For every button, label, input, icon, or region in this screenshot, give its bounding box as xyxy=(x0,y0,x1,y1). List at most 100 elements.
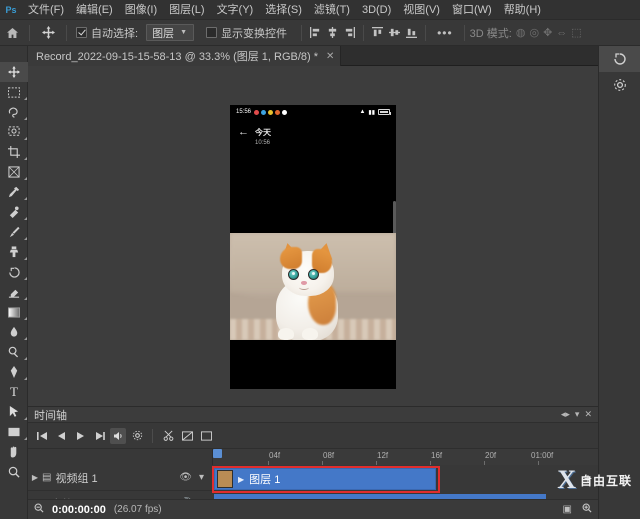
menu-item-window[interactable]: 窗口(W) xyxy=(446,0,498,20)
rotate-3d-icon[interactable]: ◍ xyxy=(516,26,526,39)
tool-gradient-tool[interactable] xyxy=(0,302,28,322)
auto-select-scope-dropdown[interactable]: 图层 ▼ xyxy=(146,24,195,41)
timeline-clip-area[interactable]: ▶ 图层 1 + xyxy=(212,465,598,511)
visibility-icon[interactable]: 👁 xyxy=(179,472,192,483)
home-icon[interactable] xyxy=(0,20,24,46)
phone-header: ← 今天 10:56 xyxy=(230,119,396,147)
tool-frame-tool[interactable] xyxy=(0,162,28,182)
align-bottom-icon[interactable] xyxy=(403,23,420,43)
chevron-right-icon[interactable]: ▶ xyxy=(28,473,42,482)
timecode-display[interactable]: 0:00:00:00 xyxy=(52,504,106,516)
transition-button[interactable] xyxy=(179,428,195,444)
menu-item-view[interactable]: 视图(V) xyxy=(397,0,446,20)
menu-item-edit[interactable]: 编辑(E) xyxy=(70,0,119,20)
move-tool-icon[interactable] xyxy=(35,20,61,46)
align-center-v-icon[interactable] xyxy=(386,23,403,43)
tool-blur-tool[interactable] xyxy=(0,322,28,342)
canvas-area[interactable]: 15:56 ▲ ▮▮ ← 今天 10:56 xyxy=(28,66,598,406)
zoom-out-icon[interactable] xyxy=(34,503,44,516)
track-row-video-group[interactable]: ▶ ▤ 视频组 1 👁 ▾ xyxy=(28,465,212,491)
drag-3d-icon[interactable]: ✥ xyxy=(543,26,552,39)
go-to-first-frame-button[interactable] xyxy=(34,428,50,444)
kitten-illustration xyxy=(268,241,354,340)
tool-pen-tool[interactable] xyxy=(0,362,28,382)
menu-item-select[interactable]: 选择(S) xyxy=(259,0,308,20)
tool-crop-tool[interactable] xyxy=(0,142,28,162)
collapse-icon[interactable]: ◂▸ xyxy=(561,409,570,420)
show-transform-option[interactable]: 显示变换控件 xyxy=(202,25,291,41)
align-group-vertical xyxy=(369,23,420,43)
properties-panel-tab[interactable] xyxy=(599,72,640,98)
align-right-icon[interactable] xyxy=(341,23,358,43)
artboard-bottom-black xyxy=(230,340,396,389)
play-button[interactable] xyxy=(72,428,88,444)
document-tab-title: Record_2022-09-15-15-58-13 @ 33.3% (图层 1… xyxy=(36,51,319,63)
playhead-marker[interactable] xyxy=(213,449,222,458)
options-divider-3 xyxy=(301,24,303,41)
split-clip-button[interactable] xyxy=(160,428,176,444)
tool-eyedropper-tool[interactable] xyxy=(0,182,28,202)
tool-move-tool[interactable] xyxy=(0,62,28,82)
tool-brush-tool[interactable] xyxy=(0,222,28,242)
menu-item-file[interactable]: 文件(F) xyxy=(22,0,70,20)
tool-object-selection-tool[interactable] xyxy=(0,122,28,142)
roll-3d-icon[interactable]: ◎ xyxy=(529,26,539,39)
tool-horizontal-type-tool[interactable]: T xyxy=(0,382,28,402)
show-transform-checkbox[interactable] xyxy=(206,27,218,38)
auto-select-checkbox[interactable] xyxy=(76,27,87,38)
menu-item-3d[interactable]: 3D(D) xyxy=(356,0,397,20)
signal-icon: ▮▮ xyxy=(368,109,375,116)
timeline-ruler[interactable]: 04f 08f 12f 16f 20f 01:00f xyxy=(212,449,598,465)
phone-header-title: 今天 xyxy=(255,128,271,137)
convert-to-frame-animation-icon[interactable]: ▣ xyxy=(563,504,572,515)
tool-rectangle-tool[interactable] xyxy=(0,422,28,442)
menu-icon[interactable]: ▾ xyxy=(575,409,580,420)
timeline-track-labels: ▶ ▤ 视频组 1 👁 ▾ ♪ 音轨 🔊 ▾ xyxy=(28,449,212,517)
audio-button[interactable] xyxy=(110,427,126,444)
watermark-logo: X xyxy=(557,465,576,494)
render-video-button[interactable] xyxy=(198,428,214,444)
3d-mode-label: 3D 模式: xyxy=(469,27,512,40)
clip-expand-icon[interactable]: ▶ xyxy=(238,475,244,484)
document-tab-bar: Record_2022-09-15-15-58-13 @ 33.3% (图层 1… xyxy=(28,46,598,66)
tool-rectangular-marquee-tool[interactable] xyxy=(0,82,28,102)
phone-status-time: 15:56 xyxy=(236,109,252,115)
next-frame-button[interactable] xyxy=(91,428,107,444)
history-panel-tab[interactable] xyxy=(599,46,640,72)
video-clip[interactable]: ▶ 图层 1 xyxy=(214,468,436,490)
zoom-in-icon[interactable] xyxy=(582,503,592,516)
align-center-h-icon[interactable] xyxy=(324,23,341,43)
auto-select-option[interactable]: 自动选择: xyxy=(72,25,142,41)
close-icon[interactable]: ✕ xyxy=(326,51,334,62)
align-top-icon[interactable] xyxy=(369,23,386,43)
menu-item-type[interactable]: 文字(Y) xyxy=(211,0,260,20)
watermark-text: 自由互联 xyxy=(579,473,632,488)
auto-select-label: 自动选择: xyxy=(91,27,139,40)
tool-zoom-tool[interactable] xyxy=(0,462,28,482)
tool-lasso-tool[interactable] xyxy=(0,102,28,122)
menu-item-help[interactable]: 帮助(H) xyxy=(498,0,547,20)
menu-bar: Ps 文件(F) 编辑(E) 图像(I) 图层(L) 文字(Y) 选择(S) 滤… xyxy=(0,0,640,20)
tool-hand-tool[interactable] xyxy=(0,442,28,462)
video-group-label: 视频组 1 xyxy=(55,472,98,485)
slide-3d-icon[interactable]: ⇔ xyxy=(556,27,567,39)
tool-clone-stamp-tool[interactable] xyxy=(0,242,28,262)
menu-item-image[interactable]: 图像(I) xyxy=(119,0,163,20)
tool-spot-healing-brush-tool[interactable] xyxy=(0,202,28,222)
3d-mode-group: 3D 模式: ◍ ◎ ✥ ⇔ ⬚ xyxy=(470,25,582,41)
close-icon[interactable]: ✕ xyxy=(584,409,592,420)
settings-button[interactable] xyxy=(129,428,145,444)
menu-item-filter[interactable]: 滤镜(T) xyxy=(308,0,356,20)
tool-dodge-tool[interactable] xyxy=(0,342,28,362)
menu-item-layer[interactable]: 图层(L) xyxy=(163,0,210,20)
menu-icon[interactable]: ▾ xyxy=(199,472,204,483)
previous-frame-button[interactable] xyxy=(53,428,69,444)
tool-path-selection-tool[interactable] xyxy=(0,402,28,422)
tool-history-brush-tool[interactable] xyxy=(0,262,28,282)
more-options-button[interactable]: ••• xyxy=(431,26,459,40)
document-tab[interactable]: Record_2022-09-15-15-58-13 @ 33.3% (图层 1… xyxy=(28,46,342,66)
align-left-icon[interactable] xyxy=(307,23,324,43)
tool-eraser-tool[interactable] xyxy=(0,282,28,302)
back-arrow-icon[interactable]: ← xyxy=(238,127,249,138)
scale-3d-icon[interactable]: ⬚ xyxy=(571,26,581,39)
